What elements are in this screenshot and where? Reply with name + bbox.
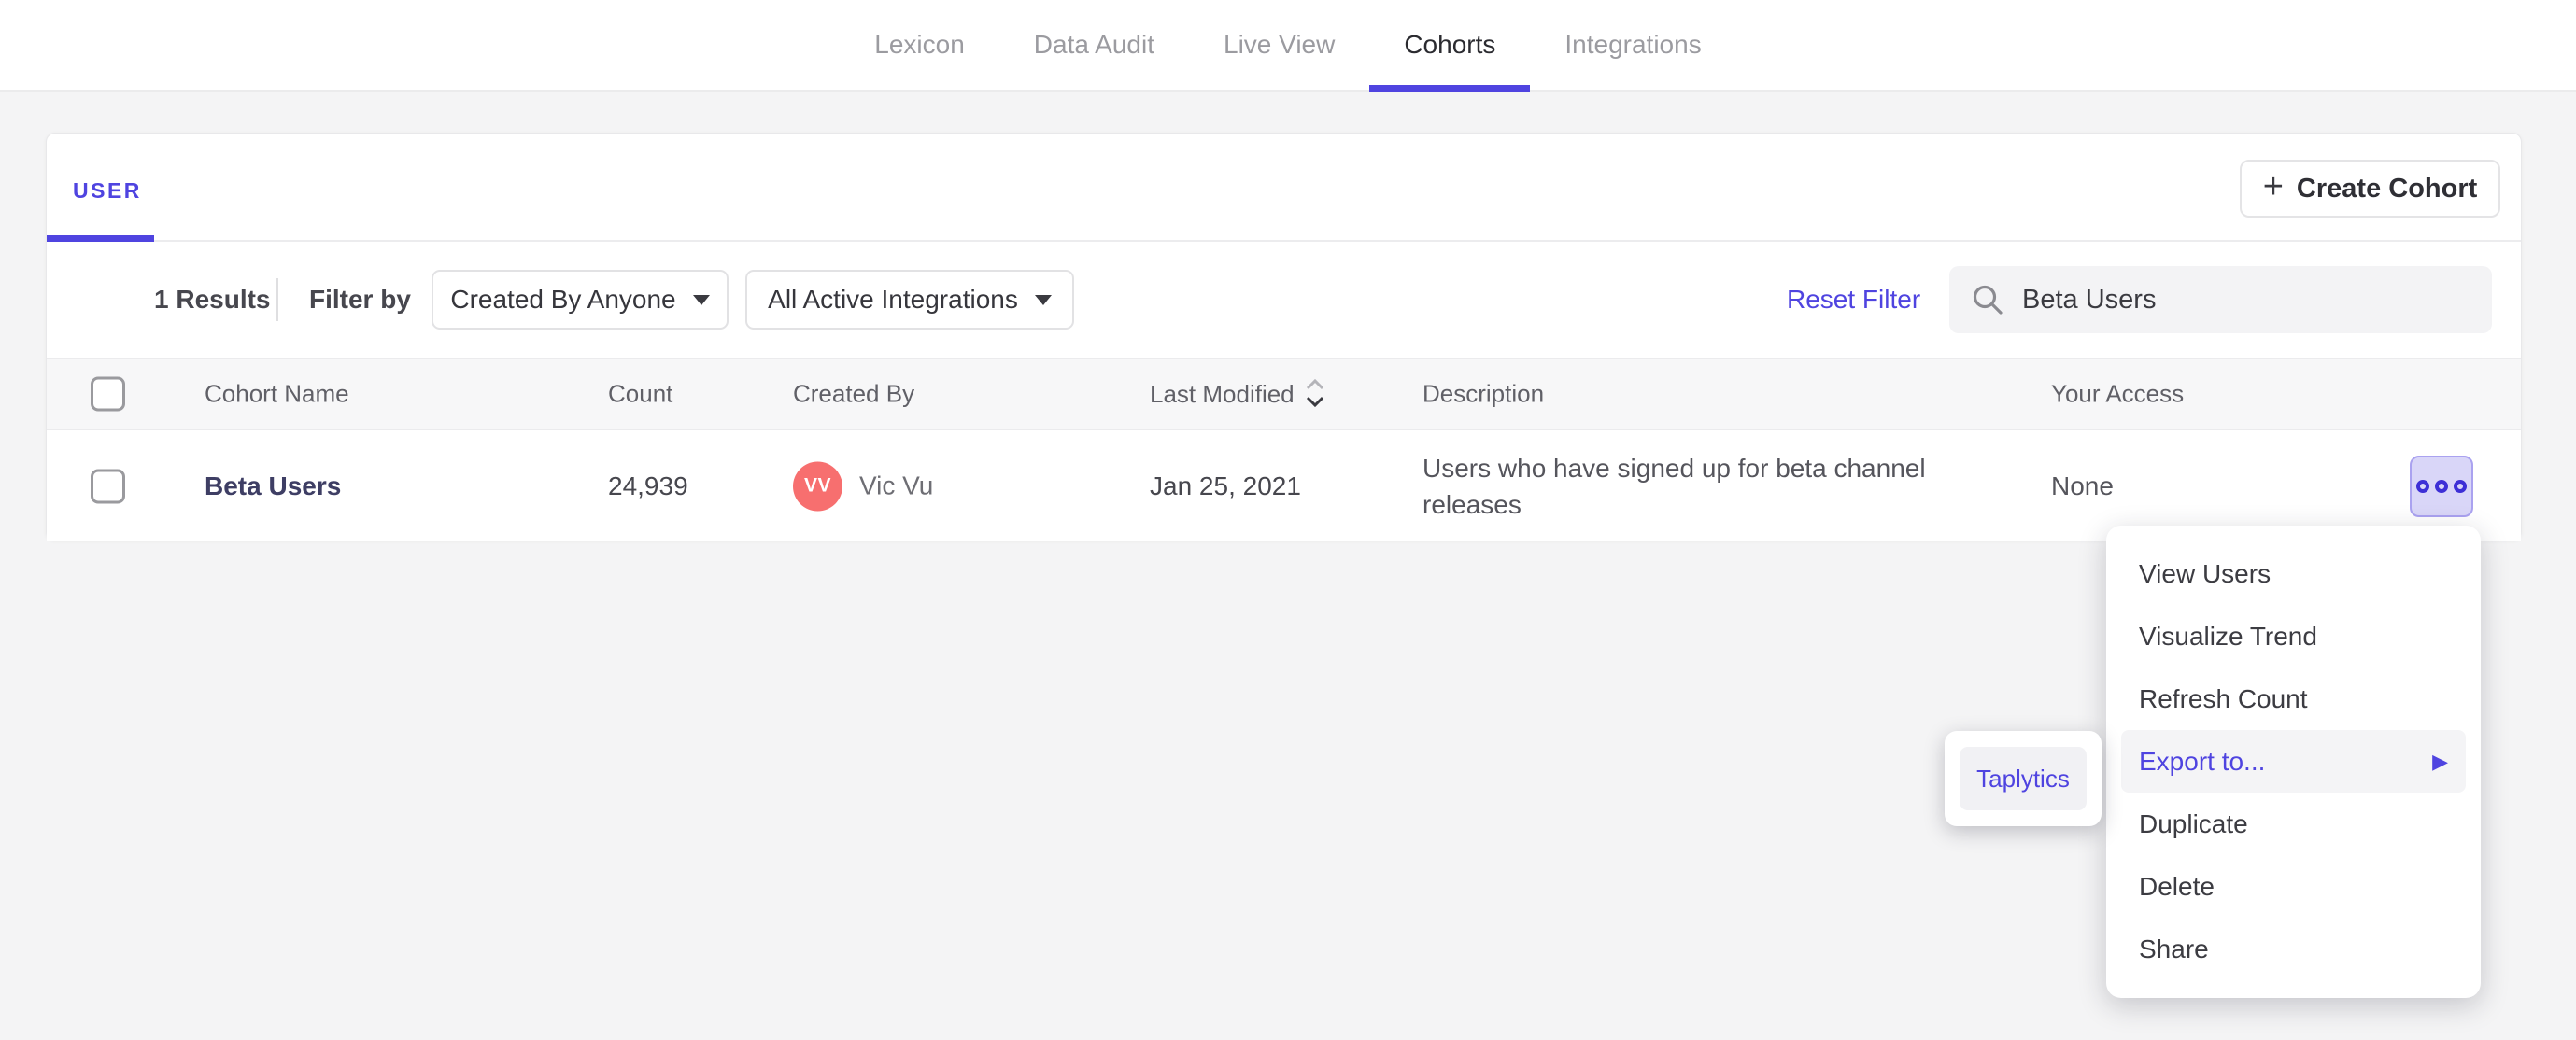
integrations-dropdown-value: All Active Integrations [768, 285, 1018, 314]
column-header-cohort-name: Cohort Name [205, 379, 349, 408]
column-header-last-modified[interactable]: Last Modified [1150, 374, 1326, 414]
creator-name: Vic Vu [859, 471, 934, 500]
search-input[interactable] [2022, 284, 2471, 316]
nav-item-label: Lexicon [874, 30, 965, 59]
nav-item-label: Integrations [1564, 30, 1702, 59]
sort-icon [1306, 378, 1323, 408]
more-horizontal-icon [2435, 479, 2448, 493]
create-cohort-button[interactable]: + Create Cohort [2240, 160, 2500, 218]
menu-item-share[interactable]: Share [2121, 918, 2466, 980]
nav-item-cohorts[interactable]: Cohorts [1369, 0, 1531, 92]
menu-item-label: Export to... [2139, 746, 2266, 776]
menu-item-delete[interactable]: Delete [2121, 855, 2466, 918]
more-actions-button[interactable] [2410, 455, 2473, 517]
nav-item-label: Cohorts [1404, 30, 1496, 59]
nav-item-data-audit[interactable]: Data Audit [999, 0, 1189, 90]
integrations-dropdown[interactable]: All Active Integrations [745, 270, 1074, 330]
menu-item-duplicate[interactable]: Duplicate [2121, 793, 2466, 855]
created-by-dropdown[interactable]: Created By Anyone [432, 270, 729, 330]
created-by-dropdown-value: Created By Anyone [450, 285, 676, 314]
tab-user[interactable]: USER [73, 178, 142, 204]
submenu-arrow-icon: ▶ [2432, 749, 2448, 773]
search-icon [1973, 285, 2003, 315]
column-header-description: Description [1422, 379, 1545, 408]
plus-icon: + [2262, 167, 2284, 206]
column-header-created-by: Created By [793, 379, 915, 408]
row-context-menu: View Users Visualize Trend Refresh Count… [2106, 526, 2481, 998]
your-access-cell: None [2051, 471, 2114, 500]
column-header-your-access: Your Access [2051, 379, 2185, 408]
cohorts-card: USER + Create Cohort 1 Results Filter by… [46, 133, 2522, 541]
top-navigation: Lexicon Data Audit Live View Cohorts Int… [0, 0, 2576, 92]
menu-item-view-users[interactable]: View Users [2121, 542, 2466, 605]
row-checkbox[interactable] [91, 469, 125, 503]
last-modified-cell: Jan 25, 2021 [1150, 471, 1301, 500]
filter-row: 1 Results Filter by Created By Anyone Al… [47, 242, 2521, 358]
avatar: VV [793, 461, 842, 511]
user-tab-underline [47, 235, 154, 242]
nav-item-label: Live View [1224, 30, 1336, 59]
nav-item-label: Data Audit [1033, 30, 1154, 59]
cohort-name-link[interactable]: Beta Users [205, 471, 341, 501]
more-horizontal-icon [2454, 479, 2467, 493]
export-submenu: Taplytics [1945, 731, 2102, 826]
create-cohort-label: Create Cohort [2296, 173, 2478, 204]
more-horizontal-icon [2416, 479, 2429, 493]
filter-by-label: Filter by [309, 285, 411, 314]
select-all-checkbox[interactable] [91, 376, 125, 412]
table-header: Cohort Name Count Created By Last Modifi… [47, 358, 2521, 430]
menu-item-visualize-trend[interactable]: Visualize Trend [2121, 605, 2466, 668]
column-header-count: Count [608, 379, 673, 408]
nav-item-integrations[interactable]: Integrations [1530, 0, 1735, 90]
reset-filter-link[interactable]: Reset Filter [1787, 285, 1920, 315]
caret-down-icon [692, 294, 710, 305]
description-cell: Users who have signed up for beta channe… [1422, 453, 1926, 519]
nav-item-live-view[interactable]: Live View [1189, 0, 1369, 90]
cohort-count: 24,939 [608, 471, 688, 500]
search-box [1949, 266, 2492, 333]
submenu-item-taplytics[interactable]: Taplytics [1960, 747, 2087, 810]
menu-item-refresh-count[interactable]: Refresh Count [2121, 668, 2466, 730]
column-header-label: Last Modified [1150, 379, 1295, 408]
caret-down-icon [1034, 294, 1052, 305]
results-count: 1 Results [154, 285, 271, 314]
created-by-cell: VV Vic Vu [793, 461, 933, 511]
vertical-divider [276, 278, 278, 321]
menu-item-export-to[interactable]: Export to... ▶ [2121, 730, 2466, 793]
nav-item-lexicon[interactable]: Lexicon [840, 0, 999, 90]
active-tab-underline [1369, 85, 1531, 92]
card-tab-bar: USER + Create Cohort [47, 134, 2521, 242]
